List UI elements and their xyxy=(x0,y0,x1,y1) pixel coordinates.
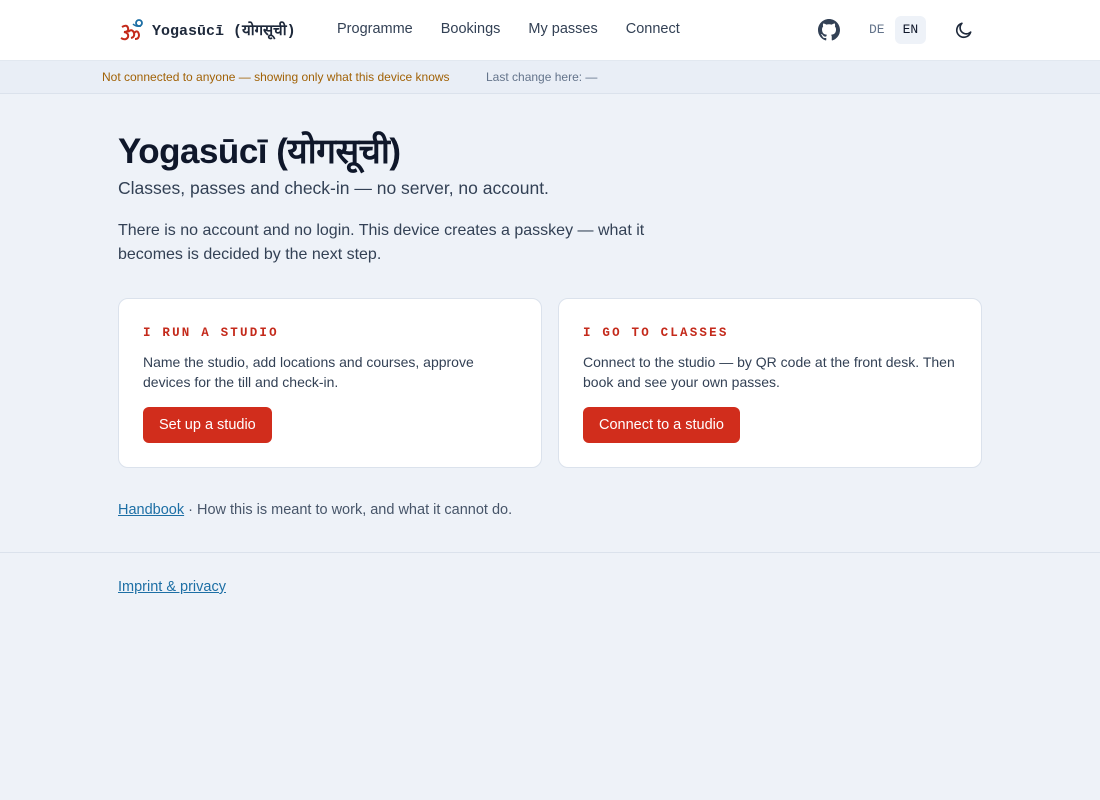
handbook-link[interactable]: Handbook xyxy=(118,502,184,518)
class-goer-card: I GO TO CLASSES Connect to the studio — … xyxy=(558,298,982,468)
handbook-description: · How this is meant to work, and what it… xyxy=(184,502,513,518)
brand-name: Yogasūcī (योगसूची) xyxy=(152,23,296,40)
page-title: Yogasūcī (योगसूची) xyxy=(118,132,401,171)
nav-bookings[interactable]: Bookings xyxy=(441,21,501,37)
language-de[interactable]: DE xyxy=(861,16,893,44)
github-icon[interactable] xyxy=(818,19,840,41)
imprint-privacy-link[interactable]: Imprint & privacy xyxy=(118,579,226,595)
connection-status: Not connected to anyone — showing only w… xyxy=(102,70,450,84)
nav-connect[interactable]: Connect xyxy=(626,21,680,37)
set-up-studio-button[interactable]: Set up a studio xyxy=(143,407,272,443)
page-subtitle: Classes, passes and check-in — no server… xyxy=(118,178,549,198)
nav-programme[interactable]: Programme xyxy=(337,21,413,37)
main-nav: Programme Bookings My passes Connect xyxy=(337,21,680,37)
footer: Imprint & privacy xyxy=(0,552,1100,800)
card-description: Name the studio, add locations and cours… xyxy=(143,354,474,390)
card-description: Connect to the studio — by QR code at th… xyxy=(583,354,955,390)
card-kicker: I GO TO CLASSES xyxy=(583,326,729,340)
last-change: Last change here: — xyxy=(486,70,598,84)
moon-icon[interactable] xyxy=(954,20,974,40)
language-switcher: DE EN xyxy=(861,16,927,44)
studio-owner-card: I RUN A STUDIO Name the studio, add loca… xyxy=(118,298,542,468)
handbook-line: Handbook · How this is meant to work, an… xyxy=(118,502,512,518)
connect-to-studio-button[interactable]: Connect to a studio xyxy=(583,407,740,443)
nav-my-passes[interactable]: My passes xyxy=(528,21,597,37)
intro-text: There is no account and no login. This d… xyxy=(118,222,645,263)
brand-home-link[interactable]: Yogasūcī (योगसूची) xyxy=(118,18,296,42)
om-icon xyxy=(120,19,143,41)
language-en[interactable]: EN xyxy=(894,16,927,44)
card-kicker: I RUN A STUDIO xyxy=(143,326,279,340)
top-navigation-bar: Yogasūcī (योगसूची) Programme Bookings My… xyxy=(0,0,1100,61)
main-content: Yogasūcī (योगसूची) Classes, passes and c… xyxy=(0,94,1100,552)
connection-status-bar: Not connected to anyone — showing only w… xyxy=(0,61,1100,94)
